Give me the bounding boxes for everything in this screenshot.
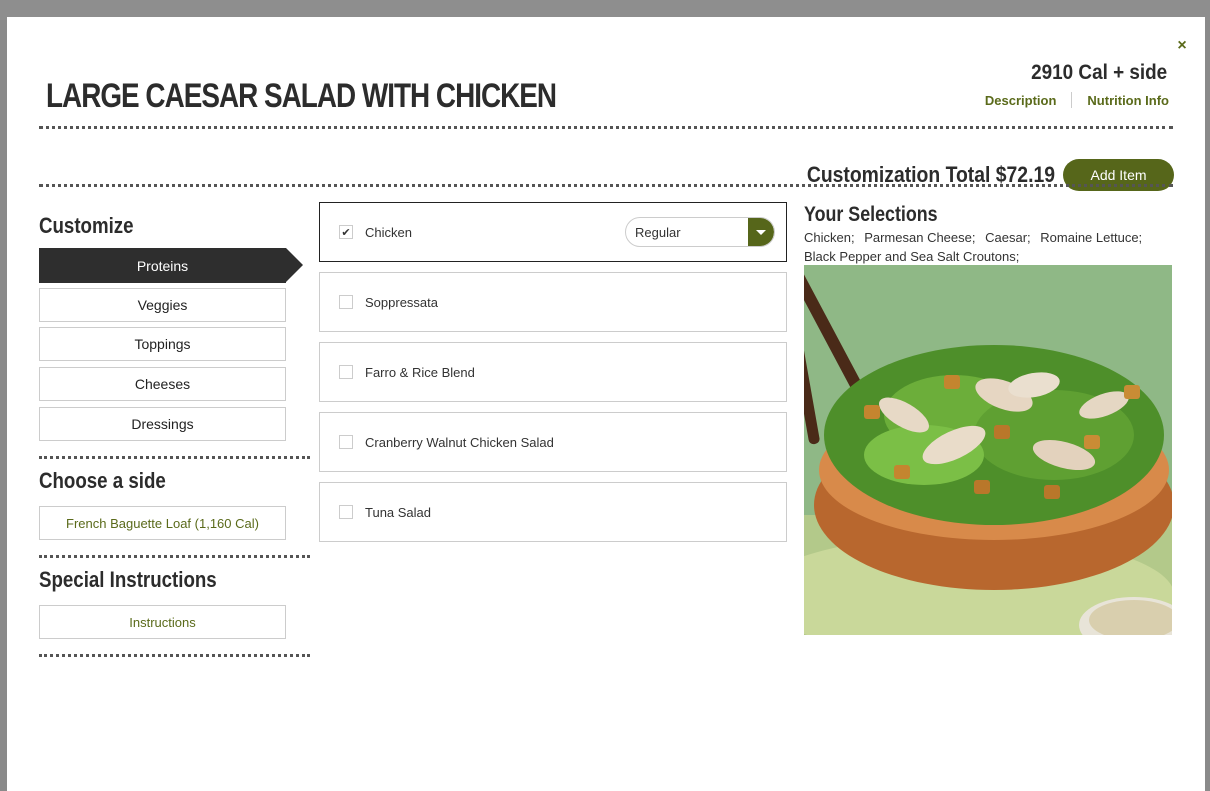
chevron-down-icon[interactable]: [748, 218, 774, 246]
calorie-count: 2910 Cal + side: [1030, 61, 1167, 84]
option-label: Cranberry Walnut Chicken Salad: [365, 434, 554, 450]
option-label: Soppressata: [365, 294, 438, 310]
divider: [39, 555, 310, 558]
salad-photo: [804, 265, 1172, 635]
checkbox[interactable]: [339, 435, 353, 449]
selection-item: Romaine Lettuce;: [1040, 230, 1143, 245]
salad-illustration: [804, 265, 1172, 635]
customize-item-modal: × LARGE CAESAR SALAD WITH CHICKEN 2910 C…: [7, 17, 1205, 791]
selections-list: Chicken; Parmesan Cheese; Caesar; Romain…: [804, 228, 1174, 266]
checkbox[interactable]: [339, 295, 353, 309]
customize-heading: Customize: [39, 213, 134, 238]
category-cheeses[interactable]: Cheeses: [39, 367, 286, 401]
selection-item: Parmesan Cheese;: [864, 230, 976, 245]
divider: [39, 184, 1173, 187]
option-label: Chicken: [365, 224, 412, 240]
option-tuna-salad[interactable]: Tuna Salad: [319, 482, 787, 542]
your-selections-heading: Your Selections: [804, 203, 938, 226]
side-select-button[interactable]: French Baguette Loaf (1,160 Cal): [39, 506, 286, 540]
info-links: Description Nutrition Info: [985, 92, 1169, 108]
divider: [39, 456, 310, 459]
description-link[interactable]: Description: [985, 93, 1057, 108]
option-label: Tuna Salad: [365, 504, 432, 520]
special-instructions-heading: Special Instructions: [39, 567, 217, 592]
choose-side-heading: Choose a side: [39, 468, 166, 493]
checkbox[interactable]: [339, 505, 353, 519]
selection-item: Chicken;: [804, 230, 855, 245]
close-icon[interactable]: ×: [1173, 37, 1191, 55]
checkbox-checked[interactable]: ✔: [339, 225, 353, 239]
selection-item: Caesar;: [985, 230, 1031, 245]
instructions-button[interactable]: Instructions: [39, 605, 286, 639]
link-divider: [1071, 92, 1073, 108]
portion-value: Regular: [635, 224, 681, 240]
divider: [39, 654, 310, 657]
category-proteins[interactable]: Proteins: [39, 248, 303, 283]
item-title: LARGE CAESAR SALAD WITH CHICKEN: [46, 77, 557, 115]
selection-item: Black Pepper and Sea Salt Croutons;: [804, 249, 1020, 264]
checkbox[interactable]: [339, 365, 353, 379]
portion-select[interactable]: Regular: [625, 217, 775, 247]
divider: [39, 126, 1173, 129]
category-toppings[interactable]: Toppings: [39, 327, 286, 361]
option-cranberry-walnut-chicken-salad[interactable]: Cranberry Walnut Chicken Salad: [319, 412, 787, 472]
option-chicken[interactable]: ✔ Chicken Regular: [319, 202, 787, 262]
checkmark-icon: ✔: [341, 226, 351, 239]
category-dressings[interactable]: Dressings: [39, 407, 286, 441]
option-label: Farro & Rice Blend: [365, 364, 475, 380]
category-veggies[interactable]: Veggies: [39, 288, 286, 322]
option-soppressata[interactable]: Soppressata: [319, 272, 787, 332]
nutrition-info-link[interactable]: Nutrition Info: [1087, 93, 1169, 108]
option-farro-rice-blend[interactable]: Farro & Rice Blend: [319, 342, 787, 402]
